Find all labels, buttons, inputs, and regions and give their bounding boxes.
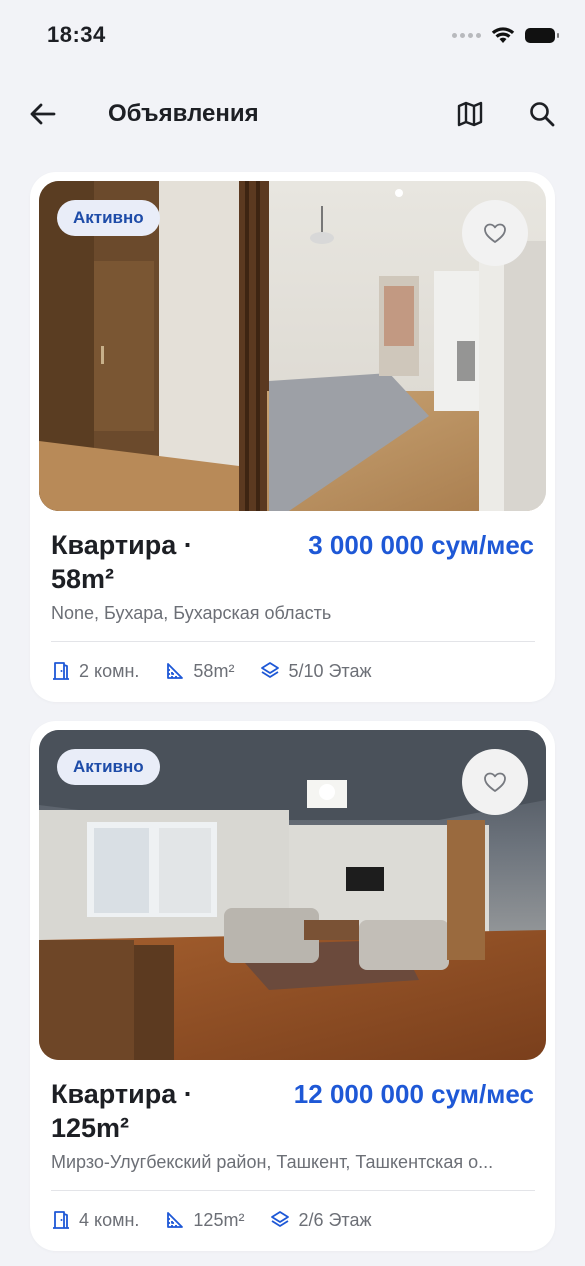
divider — [51, 641, 535, 642]
listing-card[interactable]: Активно Квартира · 125m² 12 000 000 сум/… — [30, 721, 555, 1251]
wifi-icon — [491, 27, 515, 43]
area-feature: 125m² — [165, 1210, 244, 1231]
listing-title: Квартира · 58m² — [51, 530, 193, 594]
layers-icon — [261, 662, 280, 678]
listing-features: 4 комн. 125m² 2/6 Этаж — [51, 1205, 398, 1235]
map-icon — [457, 101, 483, 127]
map-button[interactable] — [450, 94, 490, 134]
floor-feature: 2/6 Этаж — [270, 1209, 372, 1231]
ruler-icon — [167, 663, 184, 679]
app-header: Объявления — [0, 80, 585, 146]
rooms-label: 2 комн. — [79, 660, 140, 681]
floor-label: 2/6 Этаж — [298, 1209, 372, 1230]
rooms-feature: 2 комн. — [51, 661, 139, 682]
listing-price: 12 000 000 сум/мес — [293, 1079, 534, 1109]
status-badge: Активно — [57, 200, 160, 236]
area-label: 125m² — [193, 1209, 245, 1230]
back-button[interactable] — [22, 94, 62, 134]
layers-icon — [271, 1211, 290, 1227]
search-icon — [530, 102, 555, 127]
area-feature: 58m² — [165, 661, 234, 682]
status-time: 18:34 — [47, 22, 106, 47]
floor-feature: 5/10 Этаж — [260, 660, 372, 682]
page-title: Объявления — [108, 100, 259, 127]
door-icon — [53, 662, 69, 680]
listing-address: Мирзо-Улугбекский район, Ташкент, Ташкен… — [51, 1152, 494, 1172]
status-icons — [452, 26, 559, 44]
listing-photo[interactable]: Активно — [39, 730, 546, 1060]
ruler-icon — [167, 1212, 184, 1228]
door-icon — [53, 1211, 69, 1229]
listing-price: 3 000 000 сум/мес — [308, 530, 534, 560]
area-label: 58m² — [193, 660, 235, 681]
floor-label: 5/10 Этаж — [288, 660, 372, 681]
status-bar: 18:34 — [0, 0, 585, 72]
listing-features: 2 комн. 58m² 5/10 Этаж — [51, 656, 398, 686]
listing-title: Квартира · 125m² — [51, 1079, 193, 1143]
favorite-button[interactable] — [462, 749, 528, 815]
back-arrow-icon — [30, 103, 56, 125]
listing-photo[interactable]: Активно — [39, 181, 546, 511]
divider — [51, 1190, 535, 1191]
cellular-signal-icon — [452, 32, 481, 38]
listing-address: None, Бухара, Бухарская область — [51, 603, 332, 623]
battery-icon — [525, 27, 559, 43]
favorite-button[interactable] — [462, 200, 528, 266]
search-button[interactable] — [522, 94, 562, 134]
rooms-label: 4 комн. — [79, 1209, 140, 1230]
status-badge: Активно — [57, 749, 160, 785]
listing-card[interactable]: Активно Квартира · 58m² 3 000 000 сум/ме… — [30, 172, 555, 702]
rooms-feature: 4 комн. — [51, 1210, 139, 1231]
heart-icon — [484, 772, 506, 792]
heart-icon — [484, 223, 506, 243]
